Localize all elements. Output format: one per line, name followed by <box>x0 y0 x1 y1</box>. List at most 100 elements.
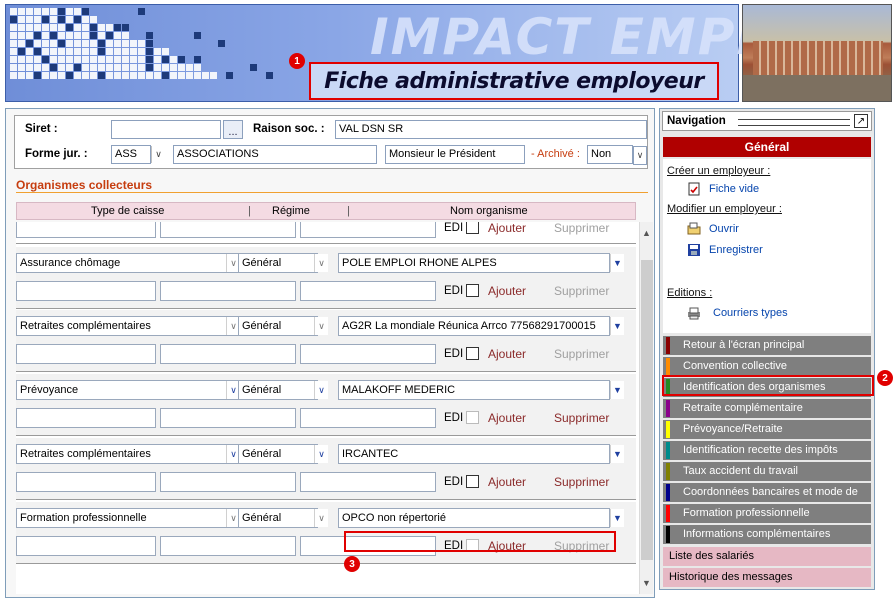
regime-select[interactable]: Général <box>238 444 318 464</box>
extra-field[interactable] <box>160 344 296 364</box>
nom-organisme-select[interactable]: POLE EMPLOI RHONE ALPES <box>338 253 610 273</box>
chevron-down-icon[interactable]: ▼ <box>610 317 624 335</box>
fiche-vide-link[interactable]: Fiche vide <box>709 183 759 195</box>
nom-organisme-select[interactable]: MALAKOFF MEDERIC <box>338 380 610 400</box>
menu-item-bancaire[interactable]: Coordonnées bancaires et mode de <box>663 483 871 502</box>
edi-checkbox[interactable] <box>466 347 479 360</box>
type-caisse-select[interactable]: Formation professionnelle <box>16 508 240 528</box>
nom-organisme-select[interactable]: AG2R La mondiale Réunica Arrco 775682917… <box>338 316 610 336</box>
menu-item-formation[interactable]: Formation professionnelle <box>663 504 871 523</box>
menu-item-impots[interactable]: Identification recette des impôts <box>663 441 871 460</box>
siret-field[interactable] <box>111 120 221 139</box>
ajouter-button[interactable]: Ajouter <box>488 222 526 235</box>
extra-field[interactable] <box>160 408 296 428</box>
extra-field[interactable] <box>16 536 156 556</box>
menu-item-infos[interactable]: Informations complémentaires <box>663 525 871 544</box>
forme-code-select[interactable]: ASS <box>111 145 151 164</box>
extra-field[interactable] <box>160 281 296 301</box>
extra-field[interactable] <box>16 472 156 492</box>
chevron-down-icon[interactable]: ▼ <box>610 509 624 527</box>
extra-field[interactable] <box>300 408 436 428</box>
tab-general[interactable]: Général <box>663 137 871 157</box>
menu-item-retraite[interactable]: Retraite complémentaire <box>663 399 871 418</box>
representant-field[interactable]: Monsieur le Président <box>385 145 525 164</box>
mosaic-tile <box>58 24 65 31</box>
supprimer-button[interactable]: Supprimer <box>554 222 609 235</box>
extra-field[interactable] <box>16 222 156 238</box>
mosaic-tile <box>74 48 81 55</box>
extra-field[interactable] <box>160 222 296 238</box>
regime-select[interactable]: Général <box>238 508 318 528</box>
siret-lookup-button[interactable]: ... <box>223 120 243 139</box>
extra-field[interactable] <box>160 536 296 556</box>
extra-field[interactable] <box>160 472 296 492</box>
color-swatch <box>666 484 670 501</box>
mosaic-tile <box>18 24 25 31</box>
regime-select[interactable]: Général <box>238 316 318 336</box>
chevron-down-icon[interactable]: ∨ <box>314 317 328 335</box>
liste-salaries-item[interactable]: Liste des salariés <box>663 547 871 566</box>
chevron-down-icon[interactable]: ▼ <box>610 254 624 272</box>
scroll-thumb[interactable] <box>641 260 653 560</box>
menu-item-prevoyance[interactable]: Prévoyance/Retraite <box>663 420 871 439</box>
grid-scrollbar[interactable]: ▲ ▼ <box>639 222 653 594</box>
extra-field[interactable] <box>16 408 156 428</box>
col-regime: Régime <box>272 205 310 217</box>
chevron-down-icon[interactable]: ∨ <box>151 146 165 163</box>
type-caisse-select[interactable]: Retraites complémentaires <box>16 316 240 336</box>
chevron-down-icon[interactable]: ▼ <box>610 381 624 399</box>
chevron-down-icon[interactable]: ∨ <box>314 509 328 527</box>
nom-organisme-select[interactable]: OPCO non répertorié <box>338 508 610 528</box>
mosaic-tile <box>66 72 73 79</box>
supprimer-button[interactable]: Supprimer <box>554 475 609 489</box>
type-caisse-select[interactable]: Assurance chômage <box>16 253 240 273</box>
mosaic-tile <box>138 48 145 55</box>
archive-select[interactable]: Non <box>587 145 633 164</box>
expand-icon[interactable]: ↗ <box>854 114 868 128</box>
chevron-down-icon[interactable]: ∨ <box>314 254 328 272</box>
ouvrir-link[interactable]: Ouvrir <box>709 223 739 235</box>
mosaic-tile <box>154 48 161 55</box>
chevron-down-icon[interactable]: ▼ <box>610 445 624 463</box>
mosaic-tile <box>130 64 137 71</box>
chevron-down-icon[interactable]: ∨ <box>314 381 328 399</box>
main-panel: Siret : ... Raison soc. : VAL DSN SR For… <box>5 108 655 598</box>
supprimer-button[interactable]: Supprimer <box>554 347 609 361</box>
raison-field[interactable]: VAL DSN SR <box>335 120 647 139</box>
regime-select[interactable]: Général <box>238 380 318 400</box>
forme-field[interactable]: ASSOCIATIONS <box>173 145 377 164</box>
menu-item-taux-at[interactable]: Taux accident du travail <box>663 462 871 481</box>
courriers-link[interactable]: Courriers types <box>713 307 788 319</box>
edi-checkbox[interactable] <box>466 411 479 424</box>
menu-item-retour[interactable]: Retour à l'écran principal <box>663 336 871 355</box>
ajouter-button[interactable]: Ajouter <box>488 347 526 361</box>
enregistrer-link[interactable]: Enregistrer <box>709 244 763 256</box>
historique-item[interactable]: Historique des messages <box>663 568 871 587</box>
edi-checkbox[interactable] <box>466 222 479 234</box>
extra-field[interactable] <box>16 344 156 364</box>
chevron-down-icon[interactable]: ∨ <box>314 445 328 463</box>
supprimer-button[interactable]: Supprimer <box>554 411 609 425</box>
edi-checkbox[interactable] <box>466 284 479 297</box>
supprimer-button[interactable]: Supprimer <box>554 284 609 298</box>
ajouter-button[interactable]: Ajouter <box>488 411 526 425</box>
edi-checkbox[interactable] <box>466 475 479 488</box>
type-caisse-select[interactable]: Prévoyance <box>16 380 240 400</box>
mosaic-tile <box>90 64 97 71</box>
extra-field[interactable] <box>300 222 436 238</box>
menu-item-convention[interactable]: Convention collective <box>663 357 871 376</box>
extra-field[interactable] <box>300 472 436 492</box>
extra-field[interactable] <box>16 281 156 301</box>
nom-organisme-select[interactable]: IRCANTEC <box>338 444 610 464</box>
ajouter-button[interactable]: Ajouter <box>488 284 526 298</box>
extra-field[interactable] <box>300 344 436 364</box>
extra-field[interactable] <box>300 281 436 301</box>
ajouter-button[interactable]: Ajouter <box>488 475 526 489</box>
mosaic-tile <box>50 32 57 39</box>
scroll-down-icon[interactable]: ▼ <box>642 578 651 588</box>
chevron-down-icon[interactable]: ∨ <box>633 146 647 165</box>
scroll-up-icon[interactable]: ▲ <box>642 228 651 238</box>
type-caisse-select[interactable]: Retraites complémentaires <box>16 444 240 464</box>
mosaic-tile <box>98 56 105 63</box>
regime-select[interactable]: Général <box>238 253 318 273</box>
